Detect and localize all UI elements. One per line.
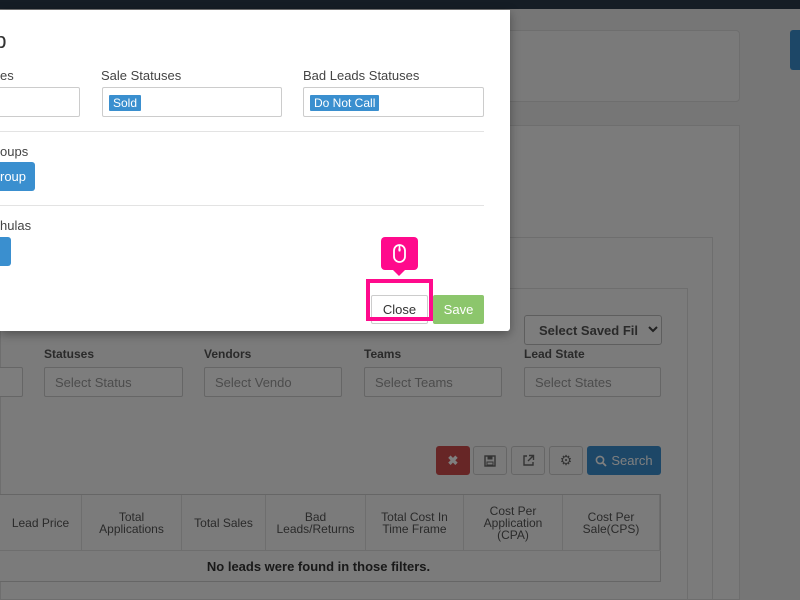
bad-leads-status-tag[interactable]: Do Not Call [310,95,380,111]
add-group-button-label: roup [0,169,27,184]
mouse-icon [393,244,406,263]
divider [0,131,484,132]
click-highlight-box [366,279,433,321]
bad-leads-statuses-multiselect[interactable]: Do Not Call [303,87,484,117]
sale-status-tag[interactable]: Sold [109,95,142,111]
save-button[interactable]: Save [433,295,484,324]
statuses-multiselect[interactable] [0,87,80,117]
click-indicator-pointer [392,269,406,276]
add-group-button[interactable]: roup [0,162,35,191]
click-indicator-bubble [381,237,418,270]
divider [0,205,484,206]
sale-statuses-multiselect[interactable]: Sold [102,87,282,117]
formulas-section-label: hulas [0,218,32,233]
modal-title: up [0,28,7,53]
add-formula-button[interactable] [0,237,11,266]
bad-leads-statuses-label: Bad Leads Statuses [303,68,420,83]
statuses-column-label: es [0,68,14,83]
sale-statuses-label: Sale Statuses [101,68,182,83]
edit-group-modal: up es Sale Statuses Sold Bad Leads Statu… [0,10,510,331]
groups-section-label: oups [0,144,29,159]
